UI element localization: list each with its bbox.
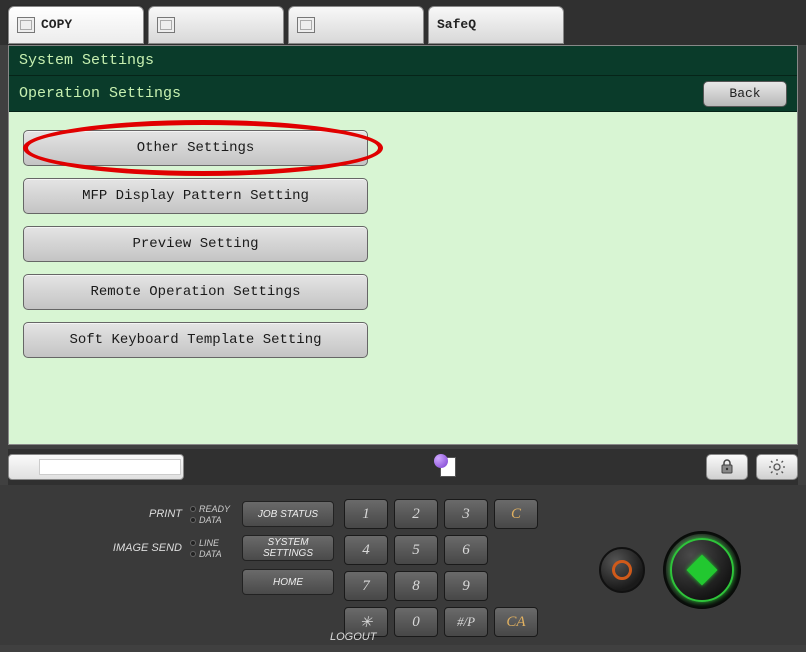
title-operation: Operation Settings Back xyxy=(9,76,797,112)
option-other-settings[interactable]: Other Settings xyxy=(23,130,368,166)
status-right xyxy=(706,454,798,480)
stop-icon xyxy=(612,560,632,580)
led-ready: READY xyxy=(199,504,230,514)
stop-button[interactable] xyxy=(599,547,645,593)
stack-icon-2 xyxy=(297,17,315,33)
tab-copy[interactable]: COPY xyxy=(8,6,144,44)
lock-icon xyxy=(720,459,734,475)
system-settings-button[interactable]: SYSTEM SETTINGS xyxy=(242,535,334,561)
key-3[interactable]: 3 xyxy=(444,499,488,529)
title-system: System Settings xyxy=(9,46,797,76)
hardware-panel: PRINT READY DATA JOB STATUS IMAGE SEND L… xyxy=(0,485,806,645)
key-9[interactable]: 9 xyxy=(444,571,488,601)
title-system-label: System Settings xyxy=(19,52,154,69)
key-ca[interactable]: CA xyxy=(494,607,538,637)
option-display-pattern[interactable]: MFP Display Pattern Setting xyxy=(23,178,368,214)
home-button[interactable]: HOME xyxy=(242,569,334,595)
led-data2: DATA xyxy=(199,549,222,559)
logout-label: LOGOUT xyxy=(330,631,376,643)
top-tab-bar: COPY SafeQ xyxy=(0,0,806,45)
job-status-button[interactable]: JOB STATUS xyxy=(242,501,334,527)
status-bar xyxy=(8,449,798,485)
label-print: PRINT xyxy=(104,508,182,520)
key-7[interactable]: 7 xyxy=(344,571,388,601)
title-operation-label: Operation Settings xyxy=(19,85,181,102)
back-button[interactable]: Back xyxy=(703,81,787,107)
sun-icon xyxy=(768,458,786,476)
main-panel: System Settings Operation Settings Back … xyxy=(8,45,798,445)
document-icon[interactable] xyxy=(432,454,458,480)
option-remote[interactable]: Remote Operation Settings xyxy=(23,274,368,310)
options-area: Other Settings MFP Display Pattern Setti… xyxy=(9,112,797,444)
stack-icon xyxy=(157,17,175,33)
job-status-label: JOB STATUS xyxy=(258,509,318,520)
print-led-group: READY DATA xyxy=(190,504,234,525)
tab-safeq[interactable]: SafeQ xyxy=(428,6,564,44)
option-softkb-label: Soft Keyboard Template Setting xyxy=(69,332,321,348)
option-softkb[interactable]: Soft Keyboard Template Setting xyxy=(23,322,368,358)
home-label: HOME xyxy=(273,577,303,588)
label-imagesend: IMAGE SEND xyxy=(104,542,182,554)
led-data: DATA xyxy=(199,515,222,525)
tab-3[interactable] xyxy=(288,6,424,44)
numeric-keypad: 1 2 3 C 4 5 6 7 8 9 ✳ 0 #/P CA xyxy=(344,495,538,645)
tab-copy-label: COPY xyxy=(41,17,72,32)
back-button-label: Back xyxy=(729,86,760,101)
led-line: LINE xyxy=(199,538,219,548)
status-info-inner xyxy=(39,459,181,475)
status-info-box[interactable] xyxy=(8,454,184,480)
copy-icon xyxy=(17,17,35,33)
key-1[interactable]: 1 xyxy=(344,499,388,529)
start-icon xyxy=(686,554,717,585)
key-0[interactable]: 0 xyxy=(394,607,438,637)
imagesend-led-group: LINE DATA xyxy=(190,538,234,559)
key-2[interactable]: 2 xyxy=(394,499,438,529)
option-remote-label: Remote Operation Settings xyxy=(90,284,300,300)
key-6[interactable]: 6 xyxy=(444,535,488,565)
lock-button[interactable] xyxy=(706,454,748,480)
tab-safeq-label: SafeQ xyxy=(437,17,476,32)
status-center xyxy=(192,454,698,480)
key-5[interactable]: 5 xyxy=(394,535,438,565)
hw-right xyxy=(548,495,792,645)
tab-2[interactable] xyxy=(148,6,284,44)
option-preview[interactable]: Preview Setting xyxy=(23,226,368,262)
start-button[interactable] xyxy=(663,531,741,609)
hw-left: PRINT READY DATA JOB STATUS IMAGE SEND L… xyxy=(14,495,334,645)
key-hash-p[interactable]: #/P xyxy=(444,607,488,637)
key-4[interactable]: 4 xyxy=(344,535,388,565)
option-display-label: MFP Display Pattern Setting xyxy=(82,188,309,204)
option-preview-label: Preview Setting xyxy=(132,236,258,252)
key-clear[interactable]: C xyxy=(494,499,538,529)
option-other-label: Other Settings xyxy=(137,140,255,156)
brightness-button[interactable] xyxy=(756,454,798,480)
system-settings-label: SYSTEM SETTINGS xyxy=(243,537,333,559)
key-8[interactable]: 8 xyxy=(394,571,438,601)
